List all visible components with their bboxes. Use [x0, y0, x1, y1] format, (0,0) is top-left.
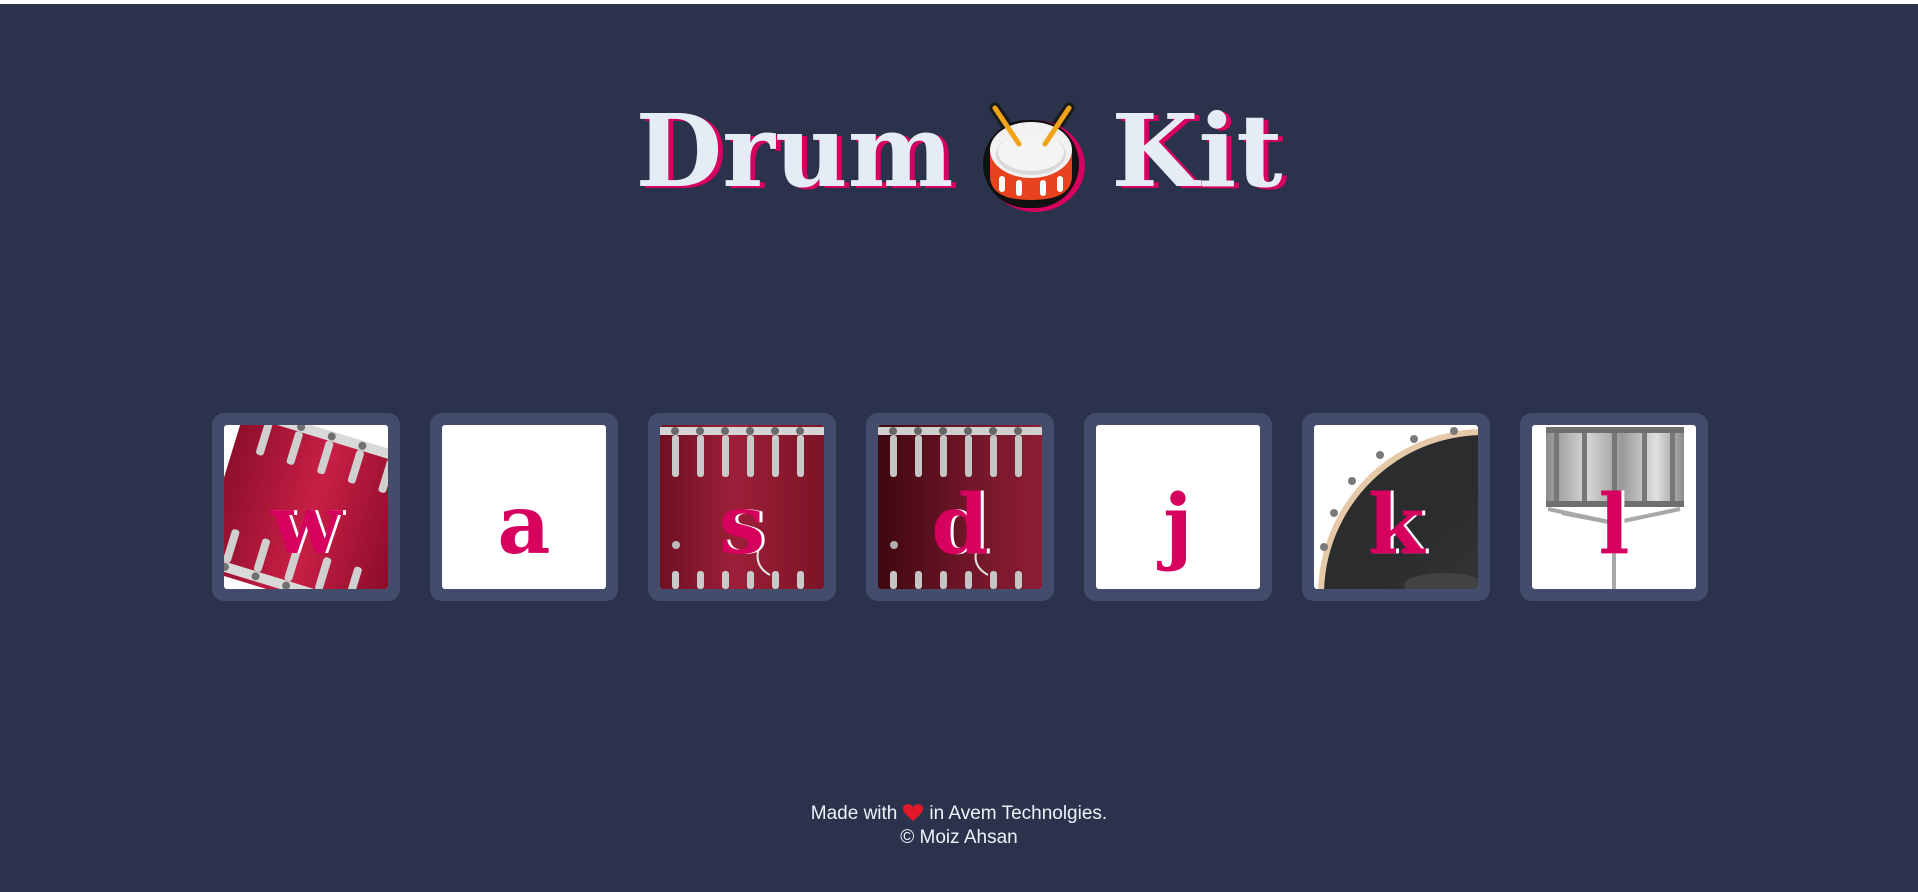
drum-key-face: d: [878, 425, 1042, 589]
drum-key-face: s: [660, 425, 824, 589]
drum-key-s[interactable]: s: [648, 413, 836, 601]
drum-key-w[interactable]: w: [212, 413, 400, 601]
drum-emoji-icon: [977, 96, 1087, 214]
drum-key-k[interactable]: k: [1302, 413, 1490, 601]
drum-key-face: w: [224, 425, 388, 589]
drum-key-face: j: [1096, 425, 1260, 589]
page: Drum Kit w a s d j k l Made with in Avem…: [0, 4, 1918, 892]
drum-keys: w a s d j k l: [212, 413, 1708, 601]
drum-key-face: a: [442, 425, 606, 589]
footer-company: in Avem Technolgies.: [929, 803, 1108, 824]
drum-key-j[interactable]: j: [1084, 413, 1272, 601]
drum-key-face: k: [1314, 425, 1478, 589]
footer-made-with: Made with: [810, 803, 898, 824]
heart-icon: [903, 804, 924, 822]
footer: Made with in Avem Technolgies. © Moiz Ahs…: [0, 802, 1918, 850]
key-letter: l: [1598, 477, 1630, 573]
key-letter: k: [1367, 477, 1425, 573]
key-letter: w: [270, 477, 342, 573]
key-letter: j: [1163, 477, 1193, 573]
page-title: Drum Kit: [0, 82, 1918, 214]
title-drum-word: Drum: [635, 92, 954, 211]
drum-key-d[interactable]: d: [866, 413, 1054, 601]
footer-copyright: © Moiz Ahsan: [900, 827, 1018, 848]
footer-credit-line: Made with in Avem Technolgies.: [0, 802, 1918, 826]
drum-key-face: l: [1532, 425, 1696, 589]
drum-key-l[interactable]: l: [1520, 413, 1708, 601]
title-kit-word: Kit: [1111, 92, 1283, 211]
key-letter: d: [931, 477, 989, 573]
key-letter: a: [497, 477, 551, 573]
drum-key-a[interactable]: a: [430, 413, 618, 601]
key-letter: s: [718, 477, 766, 573]
